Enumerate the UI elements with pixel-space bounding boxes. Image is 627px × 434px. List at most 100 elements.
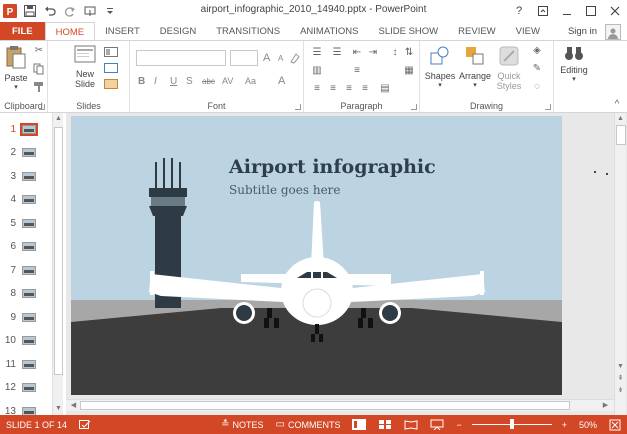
shape-fill-icon[interactable]: ◈ [530, 45, 544, 57]
horizontal-scroll-thumb[interactable] [80, 401, 570, 410]
zoom-slider[interactable] [471, 415, 552, 434]
text-shadow-button[interactable]: S [186, 76, 193, 87]
slide-thumbnail[interactable]: 8 [0, 285, 50, 303]
font-size-dropdown[interactable] [230, 50, 258, 66]
zoom-out-icon[interactable]: − [450, 415, 467, 434]
help-button[interactable]: ? [507, 0, 531, 22]
italic-button[interactable]: I [154, 76, 157, 87]
smartart-icon[interactable]: ▦ [402, 65, 416, 77]
zoom-level[interactable]: 50% [573, 415, 603, 434]
slide-thumbnail[interactable]: 12 [0, 379, 50, 397]
scroll-up-icon[interactable]: ▲ [615, 113, 626, 124]
clipboard-launcher-icon[interactable] [39, 104, 45, 110]
tab-insert[interactable]: INSERT [95, 22, 150, 41]
tab-review[interactable]: REVIEW [448, 22, 505, 41]
scroll-right-icon[interactable]: ▶ [600, 400, 611, 411]
slide-thumbnail[interactable]: 10 [0, 332, 50, 350]
slide-thumbnail[interactable]: 4 [0, 191, 50, 209]
copy-icon[interactable] [32, 63, 46, 75]
new-slide-button[interactable]: New Slide [70, 45, 100, 89]
slide-thumbnail[interactable]: 11 [0, 355, 50, 373]
columns-format-icon[interactable]: ▤ [378, 83, 392, 95]
thumbnails-scroll-down-icon[interactable]: ▼ [53, 403, 64, 414]
spell-check-icon[interactable] [73, 415, 97, 434]
sign-in-link[interactable]: Sign in [562, 22, 603, 41]
tab-animations[interactable]: ANIMATIONS [290, 22, 368, 41]
tab-design[interactable]: DESIGN [150, 22, 206, 41]
slide-thumbnail[interactable]: 5 [0, 214, 50, 232]
thumbnails-scroll-up-icon[interactable]: ▲ [53, 113, 64, 124]
maximize-icon[interactable] [579, 0, 603, 22]
increase-indent-icon[interactable]: ⇥ [366, 47, 380, 59]
slide-subtitle[interactable]: Subtitle goes here [229, 183, 341, 197]
next-slide-icon[interactable]: ⇟ [615, 385, 626, 396]
align-right-icon[interactable]: ≡ [342, 83, 356, 95]
vertical-scroll-thumb[interactable] [616, 125, 626, 145]
tab-view[interactable]: VIEW [506, 22, 550, 41]
strikethrough-button[interactable]: abc [202, 77, 215, 86]
cut-icon[interactable]: ✂ [32, 45, 46, 57]
vertical-scrollbar[interactable]: ▲ ▼ ⇞ ⇟ [614, 113, 626, 415]
paragraph-launcher-icon[interactable] [411, 104, 417, 110]
tab-transitions[interactable]: TRANSITIONS [206, 22, 290, 41]
text-direction-icon[interactable]: ⇅ [402, 47, 416, 59]
slide-thumbnail[interactable]: 2 [0, 144, 50, 162]
font-name-dropdown[interactable] [136, 50, 226, 66]
decrease-font-size-button[interactable]: A [278, 54, 283, 63]
minimize-icon[interactable] [555, 0, 579, 22]
quick-styles-button[interactable]: Quick Styles [492, 45, 526, 91]
slide-sorter-icon[interactable] [372, 415, 398, 434]
numbering-icon[interactable]: ☰ [330, 47, 344, 59]
collapse-ribbon-icon[interactable]: ^ [610, 99, 624, 111]
ribbon-display-options-icon[interactable] [531, 0, 555, 22]
normal-view-icon[interactable] [346, 415, 372, 434]
comments-button[interactable]: ▭ COMMENTS [270, 415, 347, 434]
redo-icon[interactable] [60, 1, 80, 21]
layout-icon[interactable] [104, 47, 118, 59]
zoom-in-icon[interactable]: + [556, 415, 573, 434]
editing-button[interactable]: Editing ▾ [556, 45, 592, 83]
bullets-icon[interactable]: ☰ [310, 47, 324, 59]
tab-home[interactable]: HOME [44, 22, 96, 41]
scroll-left-icon[interactable]: ◀ [68, 400, 79, 411]
shapes-button[interactable]: Shapes ▾ [422, 45, 458, 89]
tab-slide-show[interactable]: SLIDE SHOW [369, 22, 449, 41]
slide-thumbnail[interactable]: 6 [0, 238, 50, 256]
shape-outline-icon[interactable]: ✎ [530, 63, 544, 75]
scroll-down-icon[interactable]: ▼ [615, 361, 626, 372]
arrange-button[interactable]: Arrange ▾ [456, 45, 494, 89]
fit-to-window-icon[interactable] [603, 415, 627, 434]
save-icon[interactable] [20, 1, 40, 21]
slide-thumbnail[interactable]: 9 [0, 308, 50, 326]
section-icon[interactable] [104, 79, 118, 91]
zoom-knob[interactable] [509, 419, 514, 429]
notes-button[interactable]: ≛ NOTES [215, 415, 269, 434]
character-spacing-button[interactable]: AV [222, 76, 233, 86]
reading-view-icon[interactable] [398, 415, 424, 434]
horizontal-scrollbar[interactable]: ◀ ▶ [66, 399, 614, 411]
thumbnails-scroll-thumb[interactable] [54, 127, 63, 375]
tab-file[interactable]: FILE [0, 22, 45, 41]
justify-icon[interactable]: ≡ [358, 83, 372, 95]
paste-button[interactable]: Paste ▾ [2, 45, 30, 91]
drawing-launcher-icon[interactable] [545, 104, 551, 110]
slide-show-icon[interactable] [424, 415, 450, 434]
bold-button[interactable]: B [138, 76, 145, 87]
font-launcher-icon[interactable] [295, 104, 301, 110]
change-case-button[interactable]: Aa [245, 76, 256, 86]
slide-thumbnail[interactable]: 7 [0, 261, 50, 279]
underline-button[interactable]: U [170, 76, 177, 87]
slide-thumbnail[interactable]: 3 [0, 167, 50, 185]
customize-icon[interactable] [100, 1, 120, 21]
columns-icon[interactable]: ▥ [310, 65, 324, 77]
line-spacing-icon[interactable]: ↕ [388, 47, 402, 59]
format-painter-icon[interactable] [32, 81, 46, 93]
align-left-icon[interactable]: ≡ [310, 83, 324, 95]
decrease-indent-icon[interactable]: ⇤ [350, 47, 364, 59]
font-color-button[interactable]: A [278, 75, 285, 87]
powerpoint-icon[interactable]: P [0, 1, 20, 21]
previous-slide-icon[interactable]: ⇞ [615, 373, 626, 384]
avatar-icon[interactable] [605, 24, 621, 40]
shape-effects-icon[interactable]: ◌ [530, 81, 544, 93]
touch-mode-icon[interactable] [80, 1, 100, 21]
